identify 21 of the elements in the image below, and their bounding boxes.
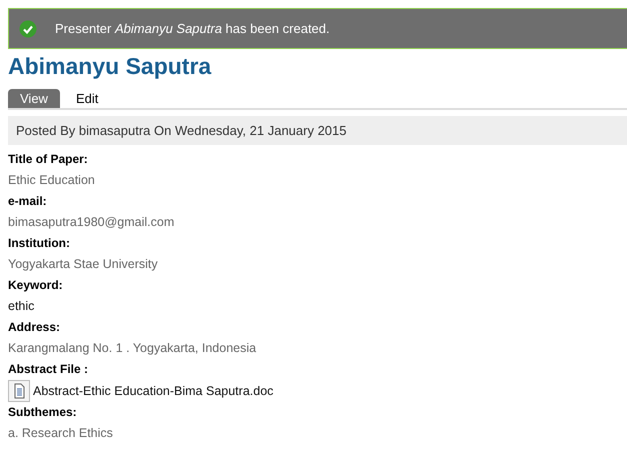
field-label: Abstract File : bbox=[8, 361, 90, 378]
field-label: Subthemes: bbox=[8, 404, 78, 421]
tab[interactable]: View bbox=[8, 89, 60, 108]
field-label: Institution: bbox=[8, 235, 71, 252]
field-label: Address: bbox=[8, 319, 62, 336]
field-value: a. Research Ethics bbox=[8, 425, 114, 442]
field-value: bimasaputra1980@gmail.com bbox=[8, 214, 176, 231]
field-value: ethic bbox=[8, 298, 36, 315]
submitted-info: Posted By bimasaputra On Wednesday, 21 January 2015 bbox=[8, 116, 627, 145]
page-title: Abimanyu Saputra bbox=[8, 53, 212, 80]
check-icon bbox=[19, 20, 37, 38]
field-value: Yogyakarta Stae University bbox=[8, 256, 159, 273]
tab[interactable]: Edit bbox=[64, 89, 110, 108]
file-link[interactable]: Abstract-Ethic Education-Bima Saputra.doc bbox=[33, 381, 274, 402]
field-label: Keyword: bbox=[8, 277, 64, 294]
field-label: e-mail: bbox=[8, 193, 48, 210]
field-value: Karangmalang No. 1 . Yogyakarta, Indonesia bbox=[8, 340, 258, 357]
field-value: Ethic Education bbox=[8, 172, 96, 189]
document-icon bbox=[8, 380, 30, 402]
message-text: Presenter Abimanyu Saputra has been created. bbox=[55, 21, 330, 36]
field-label: Title of Paper: bbox=[8, 151, 89, 168]
